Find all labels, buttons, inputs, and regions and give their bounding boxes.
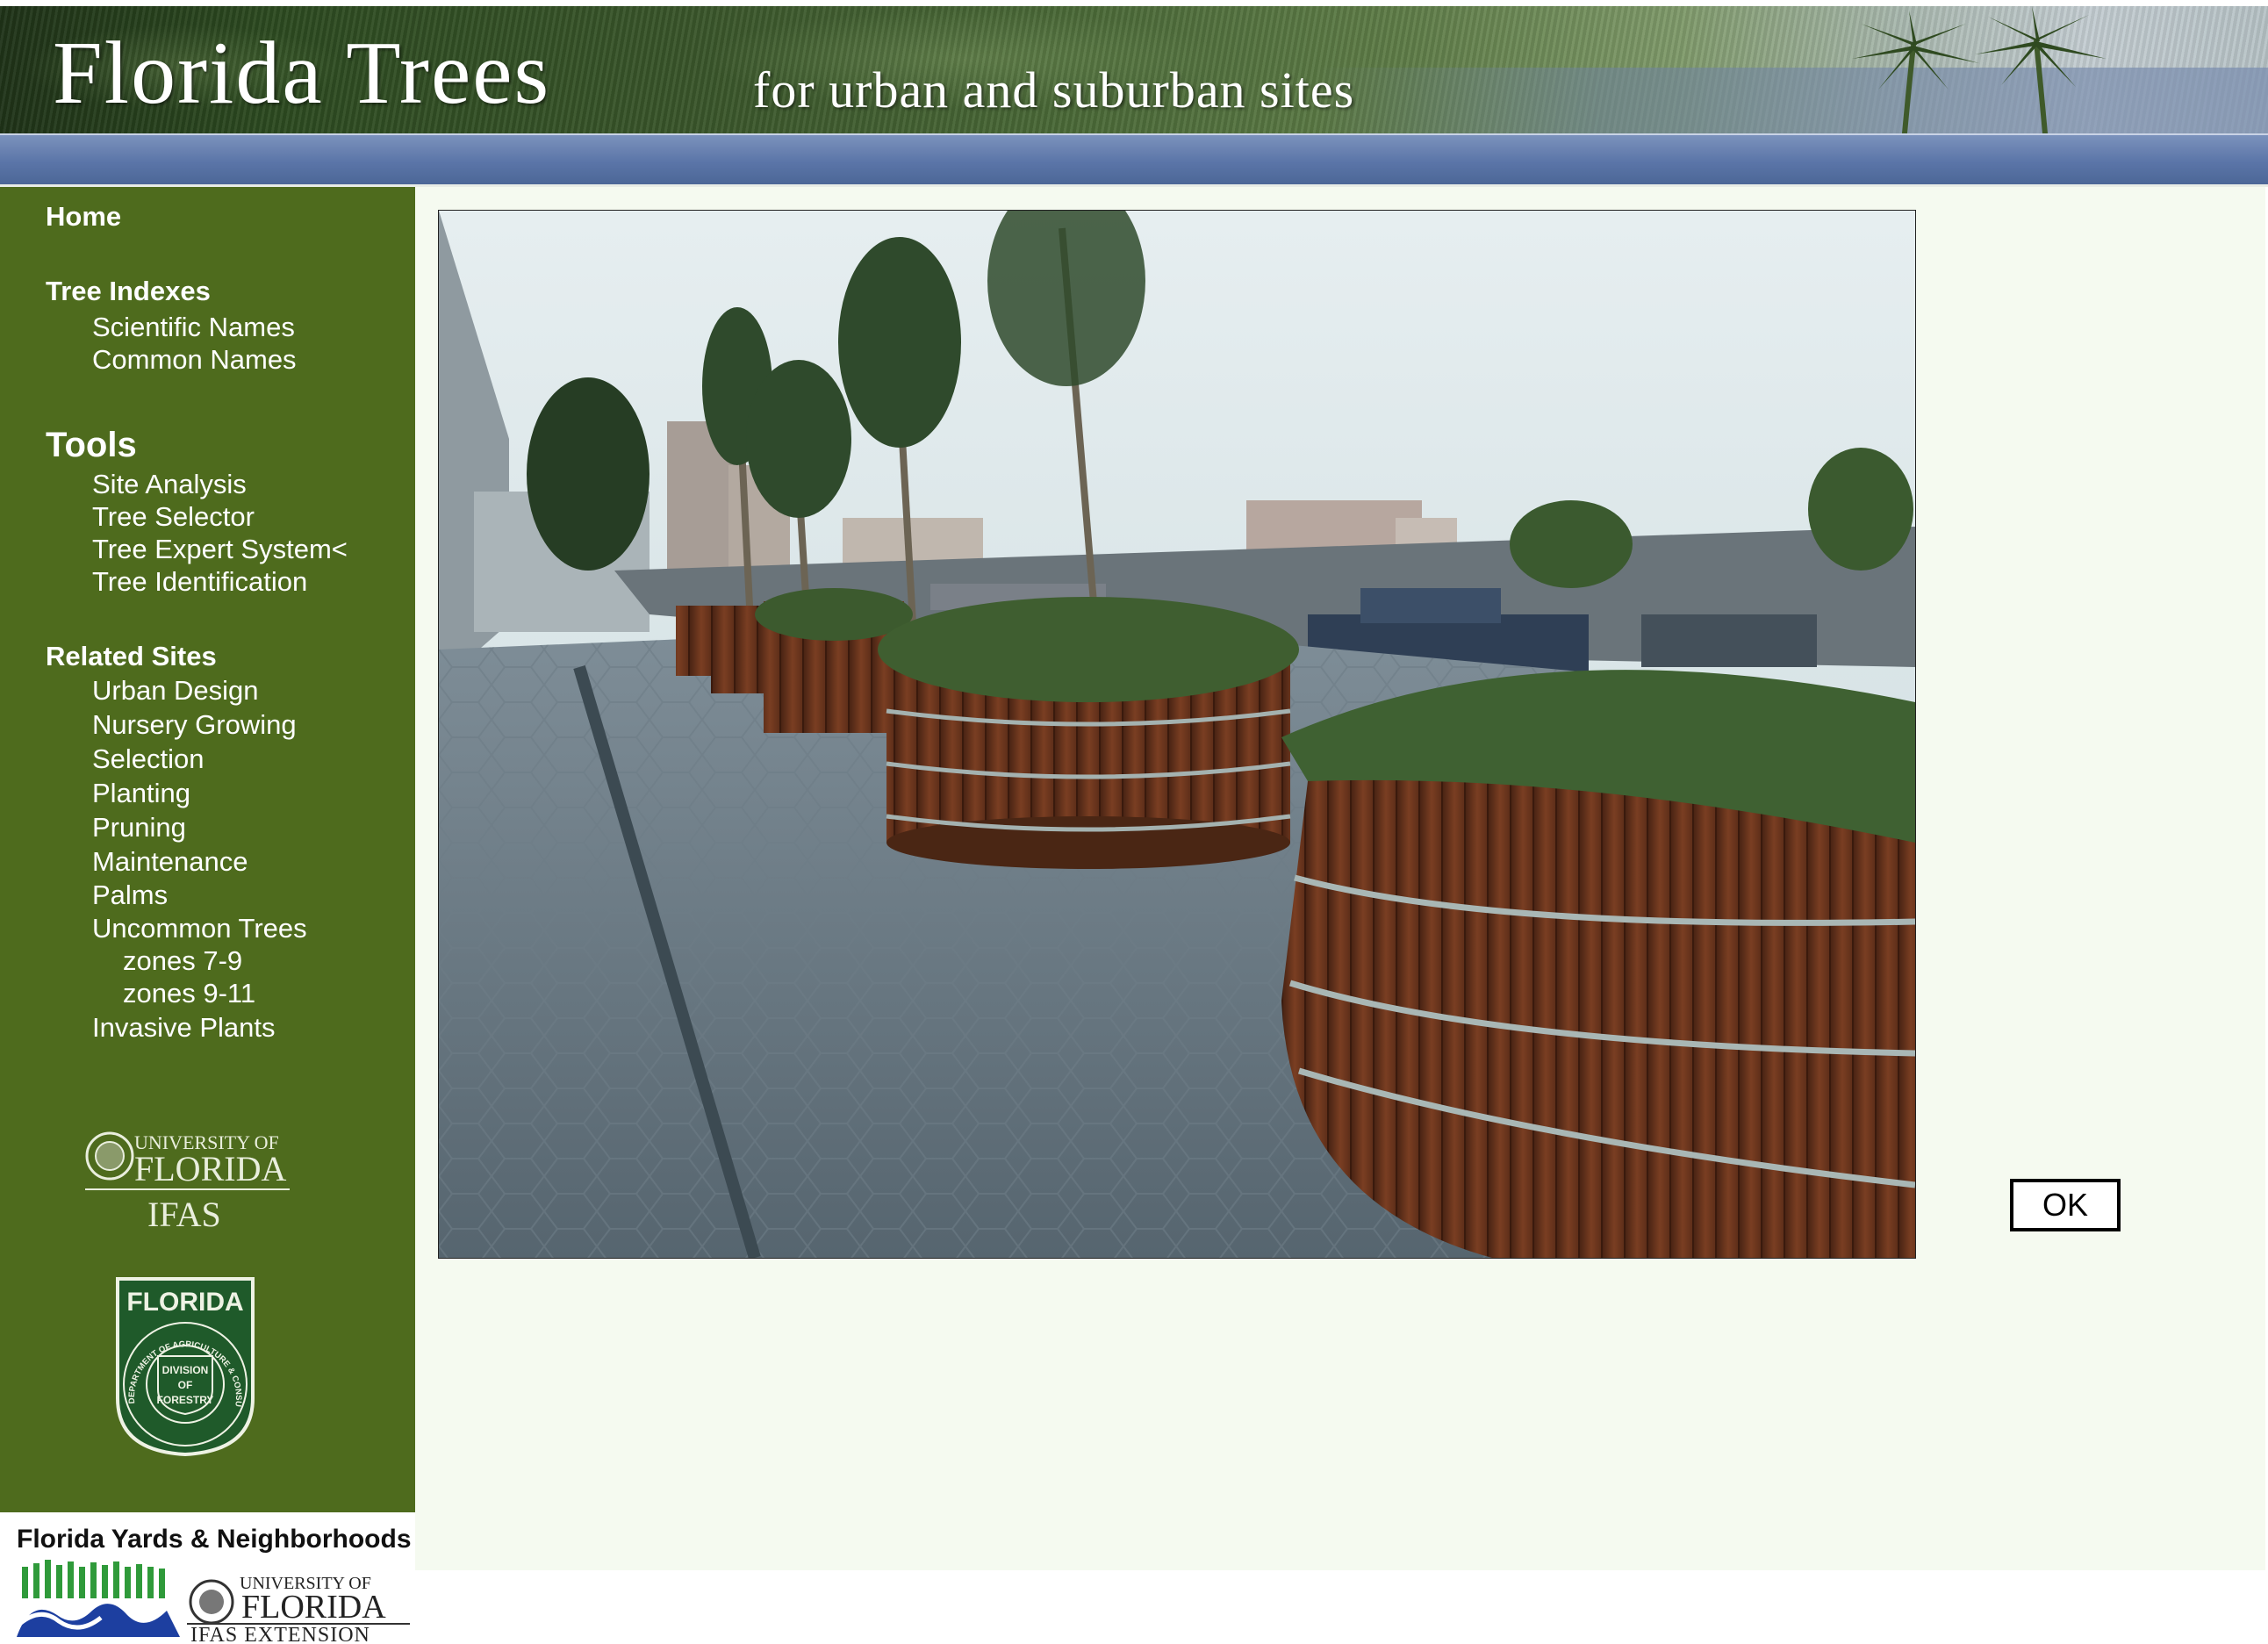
fdacs-logo-center3: FORESTRY [157, 1394, 214, 1406]
nav-zones-7-9[interactable]: zones 7-9 [123, 945, 242, 977]
nav-palms[interactable]: Palms [92, 879, 168, 911]
nav-pruning[interactable]: Pruning [92, 812, 186, 844]
site-subtitle: for urban and suburban sites [753, 61, 1355, 118]
uf-logo-line2: FLORIDA [134, 1149, 286, 1188]
nav-heading-tools: Tools [46, 426, 137, 464]
nav-scientific-names[interactable]: Scientific Names [92, 312, 295, 343]
nav-planting[interactable]: Planting [92, 778, 190, 809]
nav-tree-expert-system[interactable]: Tree Expert System< [92, 534, 348, 565]
fdacs-logo-top: FLORIDA [126, 1288, 243, 1317]
palm-trees-graphic [1852, 6, 2107, 133]
fyn-logo-ext: IFAS EXTENSION [190, 1624, 370, 1644]
nav-zones-9-11[interactable]: zones 9-11 [123, 978, 255, 1009]
nav-tree-selector[interactable]: Tree Selector [92, 501, 255, 533]
uf-ifas-logo[interactable]: UNIVERSITY OF FLORIDA IFAS [83, 1128, 294, 1233]
nav-nursery-growing[interactable]: Nursery Growing [92, 709, 297, 741]
nav-common-names[interactable]: Common Names [92, 344, 297, 376]
nav-uncommon-trees[interactable]: Uncommon Trees [92, 913, 307, 944]
banner-band [0, 133, 2268, 187]
nav-site-analysis[interactable]: Site Analysis [92, 469, 247, 500]
fdacs-forestry-logo[interactable]: FLORIDA DIVISION OF FORESTRY DEPARTMENT … [114, 1275, 256, 1456]
nav-tree-identification[interactable]: Tree Identification [92, 566, 307, 598]
fdacs-logo-center1: DIVISION [162, 1364, 209, 1376]
site-title: Florida Trees [53, 24, 551, 123]
uf-logo-line3: IFAS [147, 1195, 221, 1233]
ok-button[interactable]: OK [2010, 1179, 2121, 1231]
florida-yards-neighborhoods-logo[interactable]: Florida Yards & Neighborhoods UNIVERSITY… [4, 1514, 415, 1644]
nav-urban-design[interactable]: Urban Design [92, 675, 259, 707]
nav-heading-tree-indexes: Tree Indexes [46, 276, 211, 306]
nav-invasive-plants[interactable]: Invasive Plants [92, 1012, 276, 1044]
fyn-logo-title: Florida Yards & Neighborhoods [17, 1525, 412, 1554]
nav-home[interactable]: Home [46, 201, 121, 233]
nav-selection[interactable]: Selection [92, 743, 205, 775]
fyn-logo-uf2: FLORIDA [241, 1589, 386, 1626]
nav-maintenance[interactable]: Maintenance [92, 846, 248, 878]
nav-heading-related-sites: Related Sites [46, 641, 217, 671]
tree-planter-photo [438, 210, 1916, 1259]
fdacs-logo-center2: OF [178, 1379, 193, 1391]
site-banner: Florida Trees for urban and suburban sit… [0, 6, 2268, 133]
